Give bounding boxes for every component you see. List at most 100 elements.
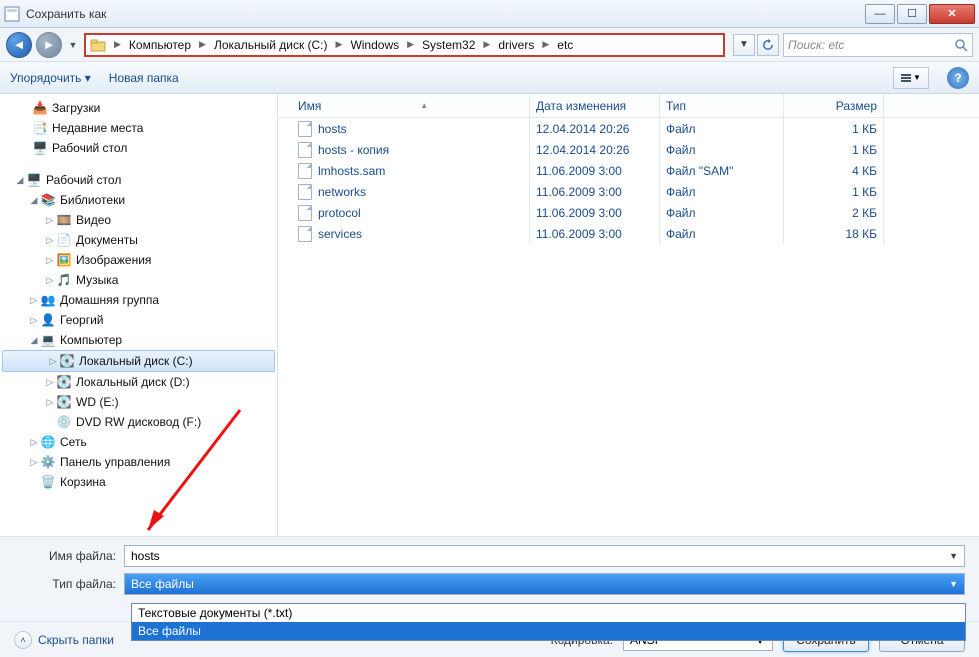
expander-icon[interactable]: ▷ [44, 397, 56, 408]
images-icon: 🖼️ [56, 252, 72, 268]
expander-icon[interactable]: ◢ [28, 335, 40, 346]
address-dropdown-button[interactable]: ▼ [733, 34, 755, 56]
col-date[interactable]: Дата изменения [530, 94, 660, 117]
expander-icon[interactable]: ◢ [14, 175, 26, 186]
file-row[interactable]: networks11.06.2009 3:00Файл1 КБ [278, 181, 979, 202]
tree-disk-c[interactable]: ▷💽Локальный диск (C:) [2, 350, 275, 372]
desktop-icon: 🖥️ [32, 140, 48, 156]
file-row[interactable]: hosts - копия12.04.2014 20:26Файл1 КБ [278, 139, 979, 160]
tree-downloads[interactable]: 📥Загрузки [0, 98, 277, 118]
tree-disk-d[interactable]: ▷💽Локальный диск (D:) [0, 372, 277, 392]
drive-icon: 💽 [59, 353, 75, 369]
new-folder-button[interactable]: Новая папка [109, 71, 179, 85]
chevron-right-icon[interactable]: ▶ [481, 39, 492, 50]
back-button[interactable]: ◄ [6, 32, 32, 58]
file-list: Имя▲ Дата изменения Тип Размер hosts12.0… [278, 94, 979, 536]
tree-documents[interactable]: ▷📄Документы [0, 230, 277, 250]
organize-button[interactable]: Упорядочить ▾ [10, 71, 91, 85]
file-name: hosts [318, 122, 347, 136]
view-options-button[interactable]: ▼ [893, 67, 929, 89]
file-type: Файл [660, 223, 784, 244]
breadcrumb-item[interactable]: Компьютер [125, 38, 195, 52]
tree-images[interactable]: ▷🖼️Изображения [0, 250, 277, 270]
expander-icon[interactable]: ▷ [28, 457, 40, 468]
expander-icon[interactable]: ▷ [28, 295, 40, 306]
file-row[interactable]: services11.06.2009 3:00Файл18 КБ [278, 223, 979, 244]
tree-controlpanel[interactable]: ▷⚙️Панель управления [0, 452, 277, 472]
downloads-icon: 📥 [32, 100, 48, 116]
chevron-right-icon[interactable]: ▶ [405, 39, 416, 50]
file-icon [298, 205, 312, 221]
expander-icon[interactable]: ▷ [44, 377, 56, 388]
col-size[interactable]: Размер [784, 94, 884, 117]
chevron-down-icon[interactable]: ▼ [949, 551, 958, 561]
file-row[interactable]: lmhosts.sam11.06.2009 3:00Файл "SAM"4 КБ [278, 160, 979, 181]
breadcrumb-item[interactable]: drivers [494, 38, 538, 52]
window-title: Сохранить как [26, 7, 863, 21]
user-icon: 👤 [40, 312, 56, 328]
breadcrumb-item[interactable]: etc [553, 38, 577, 52]
chevron-right-icon[interactable]: ▶ [334, 39, 345, 50]
tree-libraries[interactable]: ◢📚Библиотеки [0, 190, 277, 210]
file-type: Файл "SAM" [660, 160, 784, 181]
search-input[interactable]: Поиск: etc [783, 33, 973, 57]
filetype-option-selected[interactable]: Все файлы [132, 622, 965, 640]
refresh-button[interactable] [757, 34, 779, 56]
file-row[interactable]: protocol11.06.2009 3:00Файл2 КБ [278, 202, 979, 223]
expander-icon[interactable]: ▷ [47, 356, 59, 367]
navigation-tree: 📥Загрузки 📑Недавние места 🖥️Рабочий стол… [0, 94, 278, 536]
filetype-option[interactable]: Текстовые документы (*.txt) [132, 604, 965, 622]
tree-user[interactable]: ▷👤Георгий [0, 310, 277, 330]
tree-desktop-fav[interactable]: 🖥️Рабочий стол [0, 138, 277, 158]
file-row[interactable]: hosts12.04.2014 20:26Файл1 КБ [278, 118, 979, 139]
maximize-button[interactable]: ☐ [897, 4, 927, 24]
tree-disk-f[interactable]: 💿DVD RW дисковод (F:) [0, 412, 277, 432]
chevron-down-icon[interactable]: ▼ [949, 579, 958, 589]
history-dropdown[interactable]: ▼ [66, 34, 80, 56]
file-name: lmhosts.sam [318, 164, 385, 178]
chevron-right-icon[interactable]: ▶ [112, 39, 123, 50]
file-type: Файл [660, 139, 784, 160]
recycle-icon: 🗑️ [40, 474, 56, 490]
filename-input[interactable]: hosts▼ [124, 545, 965, 567]
file-icon [298, 226, 312, 242]
expander-icon[interactable]: ▷ [44, 215, 56, 226]
expander-icon[interactable]: ▷ [28, 437, 40, 448]
tree-music[interactable]: ▷🎵Музыка [0, 270, 277, 290]
minimize-button[interactable]: — [865, 4, 895, 24]
search-icon [954, 38, 968, 52]
tree-disk-e[interactable]: ▷💽WD (E:) [0, 392, 277, 412]
desktop-icon: 🖥️ [26, 172, 42, 188]
documents-icon: 📄 [56, 232, 72, 248]
tree-recycle[interactable]: 🗑️Корзина [0, 472, 277, 492]
chevron-right-icon[interactable]: ▶ [540, 39, 551, 50]
expander-icon[interactable]: ▷ [44, 255, 56, 266]
breadcrumb-item[interactable]: Windows [346, 38, 403, 52]
breadcrumb-item[interactable]: Локальный диск (C:) [210, 38, 332, 52]
expander-icon[interactable]: ◢ [28, 195, 40, 206]
expander-icon[interactable]: ▷ [44, 275, 56, 286]
tree-computer[interactable]: ◢💻Компьютер [0, 330, 277, 350]
hide-folders-button[interactable]: ˄ Скрыть папки [14, 631, 114, 649]
video-icon: 🎞️ [56, 212, 72, 228]
expander-icon[interactable]: ▷ [28, 315, 40, 326]
chevron-right-icon[interactable]: ▶ [197, 39, 208, 50]
dvd-icon: 💿 [56, 414, 72, 430]
tree-recent[interactable]: 📑Недавние места [0, 118, 277, 138]
expander-icon[interactable]: ▷ [44, 235, 56, 246]
tree-network[interactable]: ▷🌐Сеть [0, 432, 277, 452]
filetype-select[interactable]: Все файлы▼ [124, 573, 965, 595]
file-icon [298, 121, 312, 137]
file-size: 1 КБ [784, 118, 884, 139]
close-button[interactable]: ✕ [929, 4, 975, 24]
tree-homegroup[interactable]: ▷👥Домашняя группа [0, 290, 277, 310]
col-type[interactable]: Тип [660, 94, 784, 117]
col-name[interactable]: Имя▲ [292, 94, 530, 117]
forward-button[interactable]: ► [36, 32, 62, 58]
help-button[interactable]: ? [947, 67, 969, 89]
breadcrumb-item[interactable]: System32 [418, 38, 479, 52]
file-size: 4 КБ [784, 160, 884, 181]
tree-video[interactable]: ▷🎞️Видео [0, 210, 277, 230]
tree-desktop[interactable]: ◢🖥️Рабочий стол [0, 170, 277, 190]
address-bar[interactable]: ▶ Компьютер ▶ Локальный диск (C:) ▶ Wind… [84, 33, 725, 57]
